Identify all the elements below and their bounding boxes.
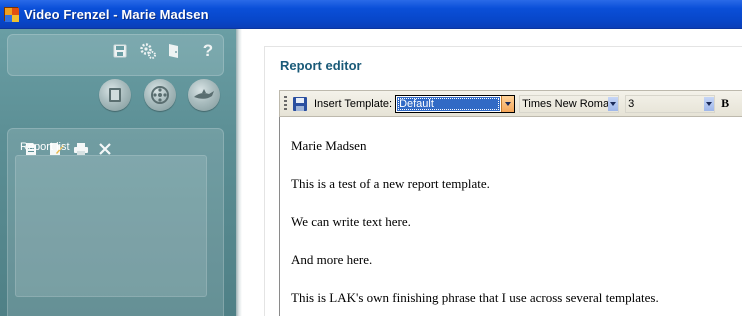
sidebar-divider	[236, 29, 242, 316]
bold-button[interactable]: B	[721, 96, 729, 111]
video-tape-icon[interactable]	[99, 79, 131, 111]
app-icon	[4, 7, 19, 22]
editor-paragraph: This is LAK's own finishing phrase that …	[291, 290, 659, 305]
report-list-label: Report list	[20, 141, 70, 153]
font-size-select[interactable]: 3	[625, 94, 716, 113]
save-icon[interactable]	[110, 41, 130, 61]
template-select[interactable]: Default	[395, 94, 516, 113]
editor-paragraph: We can write text here.	[291, 214, 411, 229]
insert-template-label: Insert Template:	[314, 97, 393, 110]
editor-paragraph: Marie Madsen	[291, 138, 367, 153]
toolbar-grip[interactable]	[284, 96, 287, 111]
chevron-down-icon[interactable]	[608, 96, 619, 111]
editor-toolbar: Insert Template: Default Times New Roman…	[279, 90, 742, 117]
chevron-down-icon[interactable]	[704, 96, 715, 111]
save-document-icon[interactable]	[292, 96, 308, 112]
exit-door-icon[interactable]	[164, 41, 184, 61]
help-icon[interactable]: ?	[198, 41, 218, 61]
film-reel-icon[interactable]	[144, 79, 176, 111]
report-list[interactable]	[15, 155, 207, 297]
window-title: Video Frenzel - Marie Madsen	[24, 6, 209, 22]
template-select-value: Default	[397, 96, 501, 111]
shark-icon[interactable]	[188, 79, 220, 111]
editor-paragraph: And more here.	[291, 252, 373, 267]
font-select[interactable]: Times New Roman	[519, 94, 620, 113]
settings-icon[interactable]	[138, 41, 158, 61]
font-size-value: 3	[628, 97, 635, 110]
chevron-down-icon[interactable]	[501, 95, 515, 112]
font-select-value: Times New Roman	[522, 97, 609, 110]
page-title: Report editor	[280, 58, 362, 73]
editor-paragraph: This is a test of a new report template.	[291, 176, 490, 191]
window-titlebar: Video Frenzel - Marie Madsen	[0, 0, 742, 29]
sidebar: ? Report list	[0, 29, 236, 330]
